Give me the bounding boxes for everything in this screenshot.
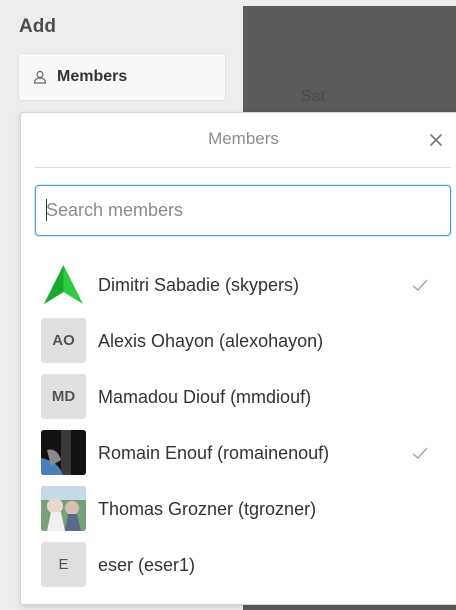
close-button[interactable]	[427, 133, 445, 151]
day-label: Sat	[301, 88, 326, 105]
add-heading: Add	[19, 16, 56, 37]
members-list: Dimitri Sabadie (skypers) AO Alexis Ohay…	[21, 257, 456, 593]
avatar: E	[41, 542, 86, 587]
check-icon	[412, 279, 428, 292]
member-row-romainenouf[interactable]: Romain Enouf (romainenouf)	[21, 425, 456, 481]
member-row-alexohayon[interactable]: AO Alexis Ohayon (alexohayon)	[21, 313, 456, 369]
photo-avatar-icon	[41, 486, 86, 531]
member-name: Mamadou Diouf (mmdiouf)	[98, 386, 312, 407]
member-name: Dimitri Sabadie (skypers)	[98, 274, 300, 295]
members-button[interactable]: Members	[18, 53, 226, 101]
member-name: Romain Enouf (romainenouf)	[98, 442, 330, 463]
member-name: Alexis Ohayon (alexohayon)	[98, 330, 324, 351]
check-icon	[412, 447, 428, 460]
members-popover: Members Dimitri Sabadie (skypers) AO	[20, 112, 456, 605]
popover-divider	[35, 167, 451, 168]
close-icon	[429, 133, 443, 152]
avatar	[41, 430, 86, 475]
member-row-skypers[interactable]: Dimitri Sabadie (skypers)	[21, 257, 456, 313]
person-icon	[33, 70, 47, 84]
popover-title: Members	[208, 129, 279, 148]
search-members-input[interactable]	[35, 185, 451, 236]
member-name: eser (eser1)	[98, 554, 196, 575]
member-name: Thomas Grozner (tgrozner)	[98, 498, 317, 519]
photo-avatar-icon	[41, 430, 86, 475]
text-caret	[46, 199, 47, 221]
avatar	[41, 262, 86, 307]
member-row-tgrozner[interactable]: Thomas Grozner (tgrozner)	[21, 481, 456, 537]
avatar: MD	[41, 374, 86, 419]
avatar	[41, 486, 86, 531]
avatar: AO	[41, 318, 86, 363]
member-row-eser1[interactable]: E eser (eser1)	[21, 537, 456, 593]
member-row-mmdiouf[interactable]: MD Mamadou Diouf (mmdiouf)	[21, 369, 456, 425]
green-arrow-logo-icon	[44, 265, 83, 304]
members-button-label: Members	[57, 68, 128, 85]
